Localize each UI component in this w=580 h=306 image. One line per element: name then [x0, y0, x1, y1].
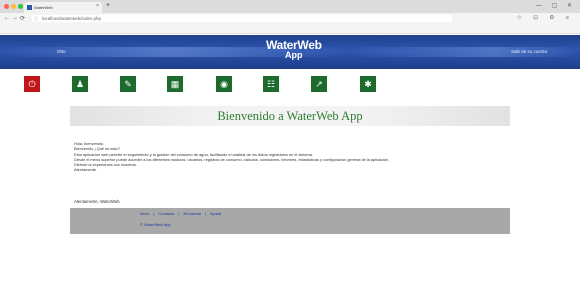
- footer-copyright: © WaterWeb App: [140, 222, 171, 227]
- maximize-window-icon[interactable]: [18, 4, 23, 9]
- browser-tab[interactable]: WaterWeb ×: [24, 2, 102, 13]
- footer-link[interactable]: Inicio: [140, 211, 149, 216]
- chart-button[interactable]: ↗: [311, 76, 327, 92]
- logout-link[interactable]: Salir de su cuenta: [511, 49, 547, 54]
- page-title: Bienvenido a WaterWeb App: [217, 109, 363, 123]
- document-button[interactable]: ☷: [263, 76, 279, 92]
- footer-separator: |: [178, 211, 180, 216]
- calculator-icon: ▦: [170, 78, 180, 89]
- app-header: Otto WaterWeb App Salir de su cuenta: [0, 35, 580, 69]
- user-icon: ♟: [75, 78, 85, 89]
- settings-icon: ✱: [364, 78, 372, 89]
- minimize-window-icon[interactable]: [11, 4, 16, 9]
- lock-icon: ⓘ: [34, 16, 38, 21]
- window-controls[interactable]: — ▢ ✕: [536, 2, 576, 9]
- gauge-button[interactable]: ◉: [216, 76, 232, 92]
- edit-button[interactable]: ✎: [120, 76, 136, 92]
- url-input[interactable]: ⓘ localhost/waterweb/index.php: [32, 15, 452, 22]
- paragraph: Atentamente.: [74, 167, 98, 173]
- favicon-icon: [27, 5, 32, 10]
- close-window-icon[interactable]: [4, 4, 9, 9]
- calculator-button[interactable]: ▦: [167, 76, 183, 92]
- power-icon: ⏻: [28, 78, 36, 89]
- app-logo[interactable]: WaterWeb App: [266, 39, 322, 60]
- footer-links: Inicio | Contacto | Mi cuenta | Ayuda: [140, 211, 225, 216]
- footer-link[interactable]: Ayuda: [210, 211, 221, 216]
- reload-button[interactable]: ⟳: [20, 15, 25, 22]
- welcome-text: Hola, bienvenido. Bienvenido ¿Qué es esto…: [74, 141, 504, 173]
- bookmarks-bar: AppsBookmarksGmailNoticiasRecursosDocsDr…: [0, 24, 580, 34]
- footer-separator: |: [204, 211, 206, 216]
- footer: [70, 208, 510, 234]
- browser-tools[interactable]: ☆ ⊡ ⚙ ≡: [517, 15, 574, 21]
- footer-separator: |: [153, 211, 155, 216]
- forward-button[interactable]: →: [12, 15, 18, 21]
- edit-icon: ✎: [124, 78, 132, 89]
- tab-close-icon[interactable]: ×: [96, 3, 99, 9]
- logo-line2: App: [285, 50, 303, 60]
- footer-link[interactable]: Mi cuenta: [183, 211, 200, 216]
- header-user-label[interactable]: Otto: [57, 49, 66, 54]
- url-text: localhost/waterweb/index.php: [42, 16, 102, 21]
- browser-titlebar: WaterWeb × + — ▢ ✕: [0, 0, 580, 13]
- settings-button[interactable]: ✱: [360, 76, 376, 92]
- document-icon: ☷: [266, 78, 276, 89]
- user-button[interactable]: ♟: [72, 76, 88, 92]
- chart-icon: ↗: [315, 78, 323, 89]
- power-button[interactable]: ⏻: [24, 76, 40, 92]
- back-button[interactable]: ←: [4, 15, 10, 21]
- signature: Atentamente, WaterWeb: [74, 199, 120, 204]
- tab-title: WaterWeb: [34, 5, 53, 10]
- new-tab-button[interactable]: +: [106, 2, 110, 9]
- address-bar: ← → ⟳ ⓘ localhost/waterweb/index.php ☆ ⊡…: [0, 13, 580, 24]
- footer-link[interactable]: Contacto: [158, 211, 174, 216]
- gauge-icon: ◉: [220, 78, 228, 89]
